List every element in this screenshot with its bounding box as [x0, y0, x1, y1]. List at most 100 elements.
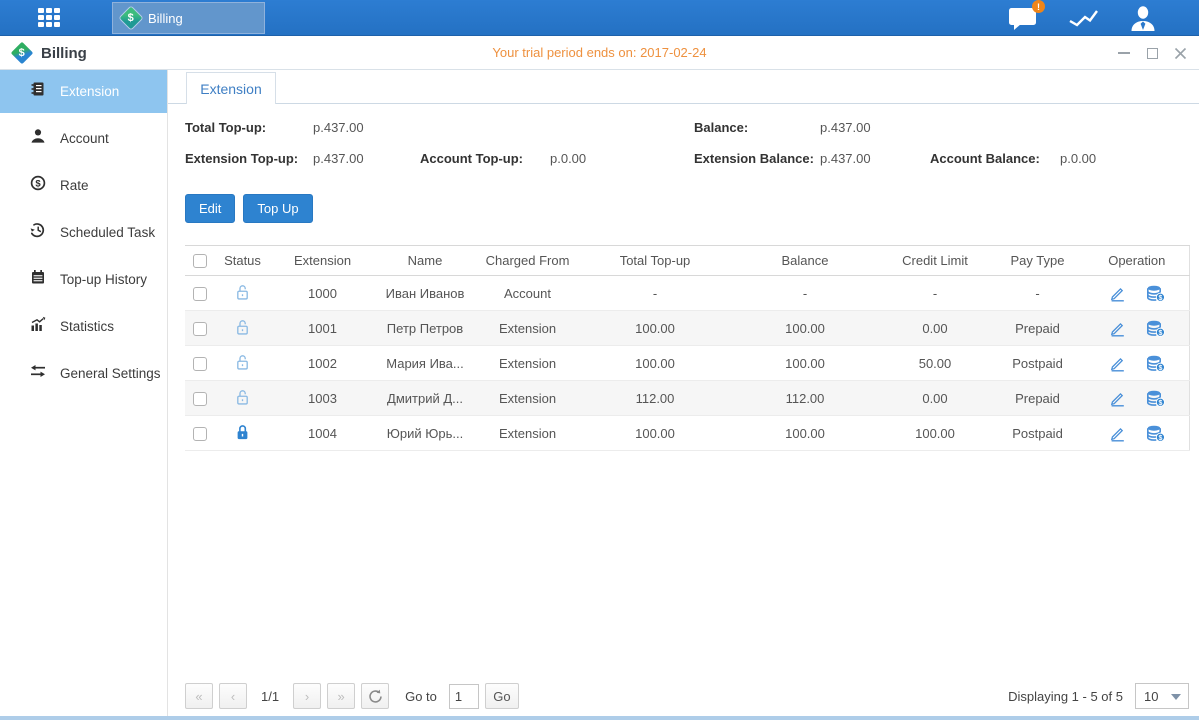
row-checkbox[interactable] — [193, 392, 207, 406]
select-all-checkbox[interactable] — [193, 254, 207, 268]
page-size-select[interactable]: 10 — [1135, 683, 1189, 709]
name-cell: Петр Петров — [375, 311, 475, 346]
tab-strip: Extension — [168, 70, 1199, 104]
notifications-button[interactable]: ! — [1008, 5, 1038, 31]
sidebar-item-label: Top-up History — [60, 272, 147, 287]
account-topup-label: Account Top-up: — [420, 151, 523, 166]
bar-chart-icon — [30, 316, 46, 337]
sidebar-item-general-settings[interactable]: General Settings — [0, 352, 167, 395]
topup-button[interactable]: Top Up — [243, 194, 312, 223]
tab-extension[interactable]: Extension — [186, 72, 276, 104]
pagination-bar: « ‹ 1/1 › » Go to Go Displaying 1 - 5 of… — [185, 683, 1189, 713]
edit-row-icon[interactable] — [1109, 320, 1126, 337]
topup-row-icon[interactable]: $ — [1146, 355, 1165, 372]
name-cell: Юрий Юрь... — [375, 416, 475, 451]
col-operation[interactable]: Operation — [1085, 246, 1189, 276]
sidebar: Extension Account $ Rate Scheduled Task Top-u… — [0, 70, 168, 720]
edit-button[interactable]: Edit — [185, 194, 235, 223]
refresh-button[interactable] — [361, 683, 389, 709]
maximize-button[interactable] — [1145, 46, 1159, 60]
window-titlebar: $ Billing Your trial period ends on: 201… — [0, 36, 1199, 70]
balance-label: Balance: — [694, 120, 748, 135]
row-checkbox[interactable] — [193, 427, 207, 441]
app-launcher-icon[interactable] — [38, 8, 66, 29]
balance-cell: 112.00 — [730, 381, 880, 416]
sidebar-item-label: Account — [60, 131, 109, 146]
billing-app-icon: $ — [120, 7, 143, 30]
svg-text:$: $ — [1158, 399, 1162, 406]
last-page-button[interactable]: » — [327, 683, 355, 709]
sidebar-item-rate[interactable]: $ Rate — [0, 164, 167, 207]
next-page-button[interactable]: › — [293, 683, 321, 709]
sidebar-item-account[interactable]: Account — [0, 117, 167, 160]
taskbar-tab-label: Billing — [148, 11, 183, 26]
sidebar-item-scheduled-task[interactable]: Scheduled Task — [0, 211, 167, 254]
calendar-icon — [30, 269, 46, 290]
table-row: 1002Мария Ива...Extension100.00100.0050.… — [185, 346, 1189, 381]
credit-limit-cell: 0.00 — [880, 311, 990, 346]
user-icon — [1129, 5, 1157, 32]
total-topup-cell: 100.00 — [580, 416, 730, 451]
credit-limit-cell: 100.00 — [880, 416, 990, 451]
goto-page-input[interactable] — [449, 684, 479, 709]
edit-row-icon[interactable] — [1109, 355, 1126, 372]
edit-row-icon[interactable] — [1109, 285, 1126, 302]
close-button[interactable] — [1173, 46, 1187, 60]
col-extension[interactable]: Extension — [270, 246, 375, 276]
pay-type-cell: Prepaid — [990, 381, 1085, 416]
sidebar-item-statistics[interactable]: Statistics — [0, 305, 167, 348]
notification-badge: ! — [1032, 0, 1045, 13]
credit-limit-cell: 0.00 — [880, 381, 990, 416]
unlocked-icon — [235, 324, 250, 339]
table-row: 1004Юрий Юрь...Extension100.00100.00100.… — [185, 416, 1189, 451]
extension-topup-label: Extension Top-up: — [185, 151, 298, 166]
col-status[interactable]: Status — [215, 246, 270, 276]
col-credit-limit[interactable]: Credit Limit — [880, 246, 990, 276]
svg-text:$: $ — [35, 178, 41, 189]
page-indicator: 1/1 — [261, 689, 279, 704]
account-topup-value: p.0.00 — [550, 151, 586, 166]
balance-cell: 100.00 — [730, 416, 880, 451]
sidebar-item-extension[interactable]: Extension — [0, 70, 167, 113]
row-checkbox[interactable] — [193, 287, 207, 301]
first-page-button[interactable]: « — [185, 683, 213, 709]
col-charged-from[interactable]: Charged From — [475, 246, 580, 276]
resource-monitor-button[interactable] — [1068, 6, 1099, 30]
col-balance[interactable]: Balance — [730, 246, 880, 276]
topup-row-icon[interactable]: $ — [1146, 425, 1165, 442]
pay-type-cell: Postpaid — [990, 346, 1085, 381]
topup-row-icon[interactable]: $ — [1146, 390, 1165, 407]
extension-topup-value: p.437.00 — [313, 151, 364, 166]
sidebar-item-topup-history[interactable]: Top-up History — [0, 258, 167, 301]
svg-text:$: $ — [1158, 434, 1162, 441]
topup-row-icon[interactable]: $ — [1146, 320, 1165, 337]
col-name[interactable]: Name — [375, 246, 475, 276]
name-cell: Мария Ива... — [375, 346, 475, 381]
account-balance-value: p.0.00 — [1060, 151, 1096, 166]
col-pay-type[interactable]: Pay Type — [990, 246, 1085, 276]
prev-page-button[interactable]: ‹ — [219, 683, 247, 709]
topup-row-icon[interactable]: $ — [1146, 285, 1165, 302]
go-button[interactable]: Go — [485, 683, 519, 709]
edit-row-icon[interactable] — [1109, 425, 1126, 442]
refresh-icon — [368, 689, 383, 704]
edit-row-icon[interactable] — [1109, 390, 1126, 407]
sidebar-item-label: Rate — [60, 178, 89, 193]
account-balance-label: Account Balance: — [930, 151, 1040, 166]
user-account-button[interactable] — [1129, 5, 1157, 32]
select-all-header[interactable] — [185, 246, 215, 276]
taskbar-billing-tab[interactable]: $ Billing — [112, 2, 265, 34]
total-topup-label: Total Top-up: — [185, 120, 266, 135]
sliders-icon — [30, 363, 46, 384]
table-row: 1003Дмитрий Д...Extension112.00112.000.0… — [185, 381, 1189, 416]
total-topup-value: p.437.00 — [313, 120, 364, 135]
main-content: Extension Total Top-up: p.437.00 Balance… — [168, 70, 1199, 720]
locked-icon — [235, 429, 250, 444]
charged-from-cell: Extension — [475, 381, 580, 416]
row-checkbox[interactable] — [193, 322, 207, 336]
row-checkbox[interactable] — [193, 357, 207, 371]
col-total-topup[interactable]: Total Top-up — [580, 246, 730, 276]
unlocked-icon — [235, 359, 250, 374]
line-chart-icon — [1068, 6, 1099, 30]
minimize-button[interactable] — [1117, 46, 1131, 60]
